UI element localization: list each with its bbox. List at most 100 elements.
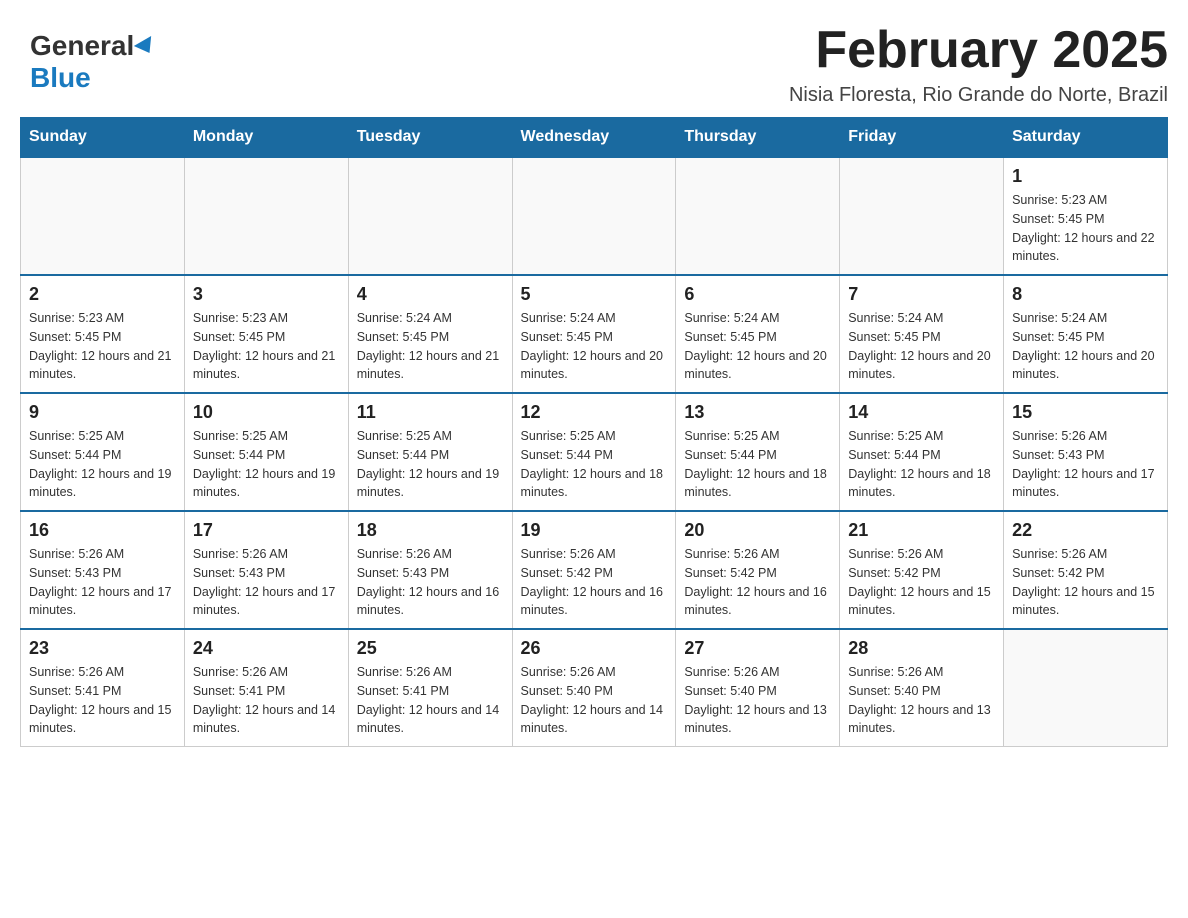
col-thursday: Thursday bbox=[676, 118, 840, 158]
logo-blue: Blue bbox=[30, 62, 91, 93]
day-number: 18 bbox=[357, 520, 504, 541]
day-number: 22 bbox=[1012, 520, 1159, 541]
day-number: 26 bbox=[521, 638, 668, 659]
day-info: Sunrise: 5:26 AMSunset: 5:43 PMDaylight:… bbox=[357, 545, 504, 620]
calendar-cell: 14 Sunrise: 5:25 AMSunset: 5:44 PMDayligh… bbox=[840, 393, 1004, 511]
day-info: Sunrise: 5:23 AMSunset: 5:45 PMDaylight:… bbox=[29, 309, 176, 384]
calendar-cell: 7Sunrise: 5:24 AMSunset: 5:45 PMDaylight… bbox=[840, 275, 1004, 393]
day-number: 9 bbox=[29, 402, 176, 423]
calendar-cell: 11Sunrise: 5:25 AMSunset: 5:44 PMDayligh… bbox=[348, 393, 512, 511]
calendar-cell: 15Sunrise: 5:26 AMSunset: 5:43 PMDayligh… bbox=[1004, 393, 1168, 511]
calendar-cell: 8Sunrise: 5:24 AMSunset: 5:45 PMDaylight… bbox=[1004, 275, 1168, 393]
calendar-cell: 6 Sunrise: 5:24 AMSunset: 5:45 PMDaylight… bbox=[676, 275, 840, 393]
day-info: Sunrise: 5:25 AMSunset: 5:44 PMDaylight:… bbox=[684, 427, 831, 502]
day-info: Sunrise: 5:25 AMSunset: 5:44 PMDaylight:… bbox=[521, 427, 668, 502]
day-number: 20 bbox=[684, 520, 831, 541]
logo-general: General bbox=[30, 30, 134, 61]
day-info: Sunrise: 5:26 AMSunset: 5:41 PMDaylight:… bbox=[357, 663, 504, 738]
calendar-cell bbox=[676, 157, 840, 275]
calendar-cell: 21 Sunrise: 5:26 AMSunset: 5:42 PMDayligh… bbox=[840, 511, 1004, 629]
day-info: Sunrise: 5:24 AMSunset: 5:45 PMDaylight:… bbox=[684, 309, 831, 384]
calendar-cell: 4Sunrise: 5:24 AMSunset: 5:45 PMDaylight… bbox=[348, 275, 512, 393]
col-saturday: Saturday bbox=[1004, 118, 1168, 158]
day-info: Sunrise: 5:26 AMSunset: 5:43 PMDaylight:… bbox=[193, 545, 340, 620]
calendar-cell: 12 Sunrise: 5:25 AMSunset: 5:44 PMDayligh… bbox=[512, 393, 676, 511]
week-row-1: 1 Sunrise: 5:23 AMSunset: 5:45 PMDaylight… bbox=[21, 157, 1168, 275]
day-info: Sunrise: 5:26 AMSunset: 5:40 PMDaylight:… bbox=[521, 663, 668, 738]
day-info: Sunrise: 5:25 AMSunset: 5:44 PMDaylight:… bbox=[29, 427, 176, 502]
calendar-cell: 28 Sunrise: 5:26 AMSunset: 5:40 PMDayligh… bbox=[840, 629, 1004, 747]
calendar-cell bbox=[184, 157, 348, 275]
calendar-cell: 3Sunrise: 5:23 AMSunset: 5:45 PMDaylight… bbox=[184, 275, 348, 393]
day-number: 13 bbox=[684, 402, 831, 423]
day-number: 23 bbox=[29, 638, 176, 659]
day-info: Sunrise: 5:26 AMSunset: 5:41 PMDaylight:… bbox=[193, 663, 340, 738]
day-info: Sunrise: 5:24 AMSunset: 5:45 PMDaylight:… bbox=[1012, 309, 1159, 384]
calendar-cell bbox=[21, 157, 185, 275]
calendar-cell: 22 Sunrise: 5:26 AMSunset: 5:42 PMDayligh… bbox=[1004, 511, 1168, 629]
day-info: Sunrise: 5:26 AMSunset: 5:41 PMDaylight:… bbox=[29, 663, 176, 738]
day-number: 19 bbox=[521, 520, 668, 541]
day-info: Sunrise: 5:26 AMSunset: 5:40 PMDaylight:… bbox=[848, 663, 995, 738]
day-info: Sunrise: 5:25 AMSunset: 5:44 PMDaylight:… bbox=[193, 427, 340, 502]
day-info: Sunrise: 5:23 AMSunset: 5:45 PMDaylight:… bbox=[1012, 191, 1159, 266]
day-number: 12 bbox=[521, 402, 668, 423]
col-friday: Friday bbox=[840, 118, 1004, 158]
day-info: Sunrise: 5:26 AMSunset: 5:42 PMDaylight:… bbox=[848, 545, 995, 620]
day-number: 21 bbox=[848, 520, 995, 541]
calendar-cell: 24 Sunrise: 5:26 AMSunset: 5:41 PMDayligh… bbox=[184, 629, 348, 747]
calendar-cell: 17 Sunrise: 5:26 AMSunset: 5:43 PMDayligh… bbox=[184, 511, 348, 629]
day-number: 1 bbox=[1012, 166, 1159, 187]
calendar-cell: 9 Sunrise: 5:25 AMSunset: 5:44 PMDaylight… bbox=[21, 393, 185, 511]
logo-blue-text: Blue bbox=[30, 62, 91, 94]
day-info: Sunrise: 5:26 AMSunset: 5:42 PMDaylight:… bbox=[521, 545, 668, 620]
day-info: Sunrise: 5:24 AMSunset: 5:45 PMDaylight:… bbox=[357, 309, 504, 384]
col-monday: Monday bbox=[184, 118, 348, 158]
day-number: 24 bbox=[193, 638, 340, 659]
day-info: Sunrise: 5:25 AMSunset: 5:44 PMDaylight:… bbox=[848, 427, 995, 502]
calendar-cell: 1 Sunrise: 5:23 AMSunset: 5:45 PMDaylight… bbox=[1004, 157, 1168, 275]
calendar-cell: 26 Sunrise: 5:26 AMSunset: 5:40 PMDayligh… bbox=[512, 629, 676, 747]
calendar-cell: 16 Sunrise: 5:26 AMSunset: 5:43 PMDayligh… bbox=[21, 511, 185, 629]
day-number: 7 bbox=[848, 284, 995, 305]
day-info: Sunrise: 5:26 AMSunset: 5:40 PMDaylight:… bbox=[684, 663, 831, 738]
day-number: 27 bbox=[684, 638, 831, 659]
calendar-cell: 25 Sunrise: 5:26 AMSunset: 5:41 PMDayligh… bbox=[348, 629, 512, 747]
calendar-table: Sunday Monday Tuesday Wednesday Thursday… bbox=[20, 117, 1168, 747]
day-number: 17 bbox=[193, 520, 340, 541]
col-sunday: Sunday bbox=[21, 118, 185, 158]
calendar-cell bbox=[512, 157, 676, 275]
day-number: 16 bbox=[29, 520, 176, 541]
day-number: 25 bbox=[357, 638, 504, 659]
calendar-cell: 23 Sunrise: 5:26 AMSunset: 5:41 PMDayligh… bbox=[21, 629, 185, 747]
day-info: Sunrise: 5:26 AMSunset: 5:42 PMDaylight:… bbox=[1012, 545, 1159, 620]
calendar-cell: 10 Sunrise: 5:25 AMSunset: 5:44 PMDayligh… bbox=[184, 393, 348, 511]
day-info: Sunrise: 5:23 AMSunset: 5:45 PMDaylight:… bbox=[193, 309, 340, 384]
day-number: 6 bbox=[684, 284, 831, 305]
day-number: 28 bbox=[848, 638, 995, 659]
day-number: 10 bbox=[193, 402, 340, 423]
week-row-2: 2 Sunrise: 5:23 AMSunset: 5:45 PMDaylight… bbox=[21, 275, 1168, 393]
week-row-3: 9 Sunrise: 5:25 AMSunset: 5:44 PMDaylight… bbox=[21, 393, 1168, 511]
location-title: Nisia Floresta, Rio Grande do Norte, Bra… bbox=[789, 84, 1168, 107]
col-wednesday: Wednesday bbox=[512, 118, 676, 158]
day-number: 15 bbox=[1012, 402, 1159, 423]
day-info: Sunrise: 5:25 AMSunset: 5:44 PMDaylight:… bbox=[357, 427, 504, 502]
calendar-cell bbox=[840, 157, 1004, 275]
col-tuesday: Tuesday bbox=[348, 118, 512, 158]
calendar-cell: 2 Sunrise: 5:23 AMSunset: 5:45 PMDaylight… bbox=[21, 275, 185, 393]
day-number: 5 bbox=[521, 284, 668, 305]
calendar-cell bbox=[348, 157, 512, 275]
calendar-cell: 19 Sunrise: 5:26 AMSunset: 5:42 PMDayligh… bbox=[512, 511, 676, 629]
calendar-cell: 13 Sunrise: 5:25 AMSunset: 5:44 PMDayligh… bbox=[676, 393, 840, 511]
calendar-cell bbox=[1004, 629, 1168, 747]
day-number: 2 bbox=[29, 284, 176, 305]
page-header: General Blue February 2025 Nisia Florest… bbox=[20, 20, 1168, 107]
calendar-cell: 18 Sunrise: 5:26 AMSunset: 5:43 PMDayligh… bbox=[348, 511, 512, 629]
calendar-cell: 27 Sunrise: 5:26 AMSunset: 5:40 PMDayligh… bbox=[676, 629, 840, 747]
title-area: February 2025 Nisia Floresta, Rio Grande… bbox=[789, 20, 1168, 107]
day-info: Sunrise: 5:26 AMSunset: 5:43 PMDaylight:… bbox=[29, 545, 176, 620]
logo-text: General bbox=[30, 30, 156, 62]
day-number: 14 bbox=[848, 402, 995, 423]
logo: General Blue bbox=[20, 20, 166, 104]
